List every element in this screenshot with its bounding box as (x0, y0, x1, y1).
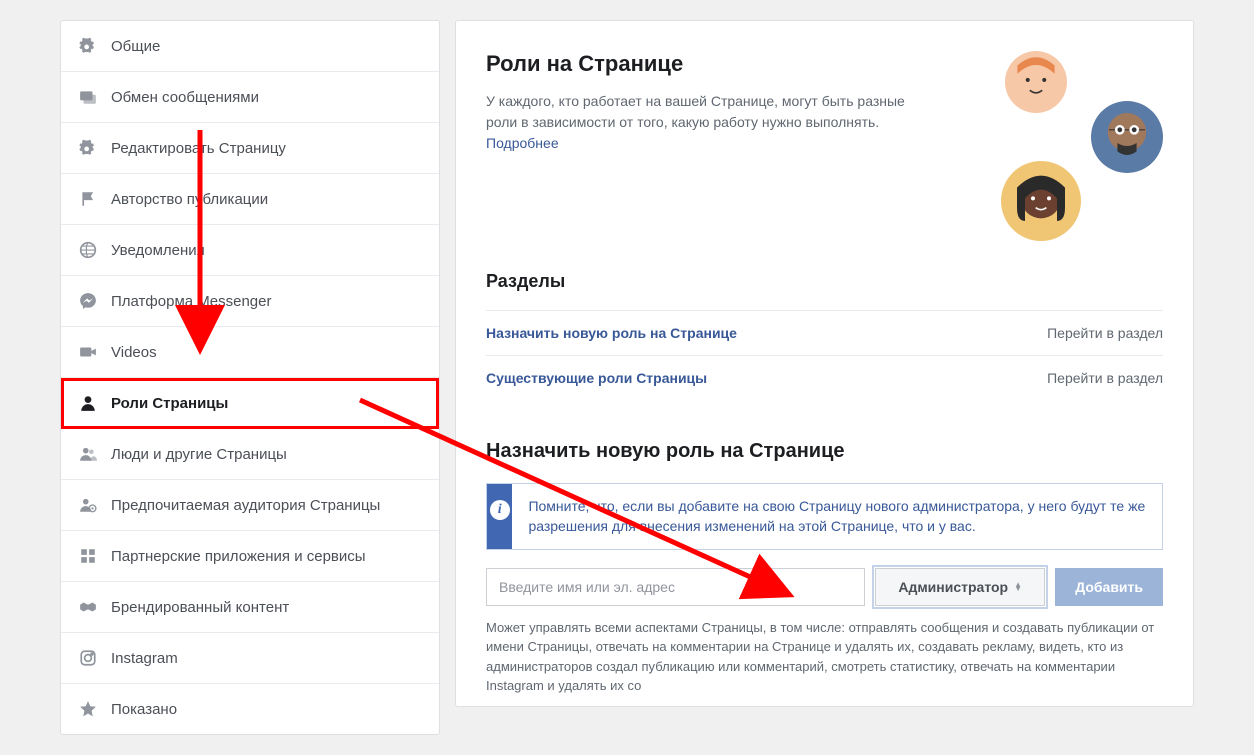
avatar-2 (1091, 101, 1163, 173)
desc-text: У каждого, кто работает на вашей Страниц… (486, 93, 905, 130)
name-input[interactable] (486, 568, 865, 606)
assign-section: Назначить новую роль на Странице i Помни… (486, 440, 1163, 696)
main-header: Роли на Странице У каждого, кто работает… (486, 51, 1163, 241)
sidebar-item-label: Партнерские приложения и сервисы (111, 548, 366, 565)
info-text: Помните, что, если вы добавите на свою С… (512, 484, 1162, 549)
sidebar-item-label: Редактировать Страницу (111, 140, 286, 157)
handshake-icon (79, 598, 97, 616)
sidebar-item-label: Уведомления (111, 242, 205, 259)
person-icon (79, 394, 97, 412)
sidebar-item-partner-apps[interactable]: Партнерские приложения и сервисы (61, 531, 439, 582)
settings-sidebar: Общие Обмен сообщениями Редактировать Ст… (60, 20, 440, 735)
sidebar-item-audience[interactable]: Предпочитаемая аудитория Страницы (61, 480, 439, 531)
sort-icon: ▲▼ (1014, 583, 1022, 591)
header-text: Роли на Странице У каждого, кто работает… (486, 51, 973, 241)
sidebar-item-messaging[interactable]: Обмен сообщениями (61, 72, 439, 123)
role-select[interactable]: Администратор ▲▼ (875, 568, 1045, 606)
people-icon (79, 445, 97, 463)
sections-heading: Разделы (486, 271, 1163, 292)
avatar-3 (1001, 161, 1081, 241)
assign-form: Администратор ▲▼ Добавить (486, 568, 1163, 606)
grid-icon (79, 547, 97, 565)
sidebar-item-label: Брендированный контент (111, 599, 289, 616)
sidebar-item-featured[interactable]: Показано (61, 684, 439, 734)
add-button[interactable]: Добавить (1055, 568, 1163, 606)
sidebar-item-attribution[interactable]: Авторство публикации (61, 174, 439, 225)
goto-link[interactable]: Перейти в раздел (1047, 325, 1163, 341)
section-link-assign[interactable]: Назначить новую роль на Странице (486, 325, 737, 341)
page-description: У каждого, кто работает на вашей Страниц… (486, 91, 926, 154)
info-icon: i (490, 500, 510, 520)
sidebar-item-page-roles[interactable]: Роли Страницы (61, 378, 439, 429)
role-description: Может управлять всеми аспектами Страницы… (486, 618, 1163, 696)
sidebar-item-label: Общие (111, 38, 160, 55)
globe-icon (79, 241, 97, 259)
main-panel: Роли на Странице У каждого, кто работает… (455, 20, 1194, 707)
sidebar-item-branded[interactable]: Брендированный контент (61, 582, 439, 633)
sidebar-item-messenger[interactable]: Платформа Messenger (61, 276, 439, 327)
settings-container: Общие Обмен сообщениями Редактировать Ст… (0, 0, 1254, 755)
instagram-icon (79, 649, 97, 667)
learn-more-link[interactable]: Подробнее (486, 135, 559, 151)
gear-icon (79, 139, 97, 157)
sidebar-item-label: Предпочитаемая аудитория Страницы (111, 497, 380, 514)
sidebar-item-edit-page[interactable]: Редактировать Страницу (61, 123, 439, 174)
sidebar-item-people[interactable]: Люди и другие Страницы (61, 429, 439, 480)
sidebar-item-label: Платформа Messenger (111, 293, 271, 310)
flag-icon (79, 190, 97, 208)
avatars-illustration (993, 51, 1163, 241)
messenger-icon (79, 292, 97, 310)
sidebar-item-label: Показано (111, 701, 177, 718)
section-row-assign: Назначить новую роль на Странице Перейти… (486, 310, 1163, 355)
star-icon (79, 700, 97, 718)
sidebar-item-videos[interactable]: Videos (61, 327, 439, 378)
assign-title: Назначить новую роль на Странице (486, 440, 1163, 463)
goto-link[interactable]: Перейти в раздел (1047, 370, 1163, 386)
sidebar-item-notifications[interactable]: Уведомления (61, 225, 439, 276)
gear-icon (79, 37, 97, 55)
section-row-existing: Существующие роли Страницы Перейти в раз… (486, 355, 1163, 400)
sidebar-item-label: Обмен сообщениями (111, 89, 259, 106)
sidebar-item-label: Роли Страницы (111, 395, 228, 412)
messages-icon (79, 88, 97, 106)
sidebar-item-label: Люди и другие Страницы (111, 446, 287, 463)
target-icon (79, 496, 97, 514)
page-title: Роли на Странице (486, 51, 973, 77)
info-icon-wrap: i (487, 484, 512, 549)
sidebar-item-general[interactable]: Общие (61, 21, 439, 72)
role-select-label: Администратор (898, 579, 1008, 595)
avatar-1 (1005, 51, 1067, 113)
info-box: i Помните, что, если вы добавите на свою… (486, 483, 1163, 550)
video-icon (79, 343, 97, 361)
section-link-existing[interactable]: Существующие роли Страницы (486, 370, 707, 386)
sidebar-item-label: Авторство публикации (111, 191, 268, 208)
sidebar-item-label: Videos (111, 344, 157, 361)
sidebar-item-instagram[interactable]: Instagram (61, 633, 439, 684)
sidebar-item-label: Instagram (111, 650, 178, 667)
